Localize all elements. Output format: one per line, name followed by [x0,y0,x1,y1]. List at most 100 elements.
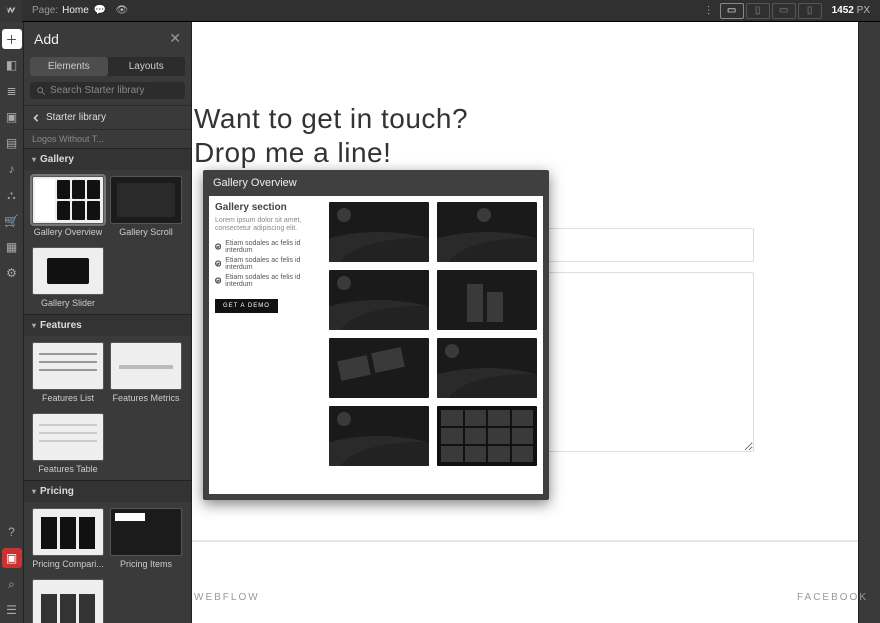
section-tiles-features: Features List Features Metrics Features … [24,336,191,480]
navigator-icon[interactable]: ◧ [2,55,22,75]
search-icon [36,86,46,96]
canvas-width[interactable]: 1452 PX [832,5,870,16]
heading-line-2: Drop me a line! [194,137,391,168]
section-header-features[interactable]: Features [24,314,191,336]
breakpoint-switcher: ▭ ▯ ▭ ▯ [720,3,822,19]
popover-cta-button: GET A DEMO [215,299,278,313]
tile-gallery-scroll[interactable]: Gallery Scroll [110,176,182,241]
section-tiles-gallery: Gallery Overview Gallery Scroll Gallery … [24,170,191,314]
popover-bullet: Etiam sodales ac felis id interdum [215,240,319,254]
breakpoint-mobile-landscape-icon[interactable]: ▭ [772,3,796,19]
pages-icon[interactable]: ≣ [2,81,22,101]
footer-link-webflow[interactable]: WEBFLOW [194,592,260,603]
popover-body: Gallery section Lorem ipsum dolor sit am… [209,196,543,494]
tile-pricing-items[interactable]: Pricing Items [110,508,182,573]
thumb-gallery-scroll [110,176,182,224]
add-panel: Add ✕ Elements Layouts Search Starter li… [24,22,192,623]
add-panel-title: Add [34,31,59,47]
layout-preview-popover: Gallery Overview Gallery section Lorem i… [203,170,549,500]
gallery-thumb-icon [437,202,537,262]
tab-elements[interactable]: Elements [30,57,108,76]
settings-icon[interactable]: ⚙ [2,263,22,283]
thumb-gallery-overview [32,176,104,224]
tile-label: Gallery Scroll [110,224,182,241]
footer-link-facebook[interactable]: FACEBOOK [797,592,868,603]
check-icon [215,243,221,250]
canvas-width-value: 1452 [832,5,854,16]
users-icon[interactable]: ⛬ [2,185,22,205]
section-header-gallery[interactable]: Gallery [24,148,191,170]
recent-layout-row[interactable]: Logos Without T... [24,130,191,148]
breakpoint-mobile-icon[interactable]: ▯ [798,3,822,19]
email-field[interactable]: ail [514,228,754,262]
gallery-thumb-icon [329,270,429,330]
right-style-rail [858,22,880,623]
close-icon[interactable]: ✕ [169,30,181,47]
components-icon[interactable]: ▣ [2,107,22,127]
popover-image-grid [329,202,537,488]
bullet-text: Etiam sodales ac felis id interdum [225,274,319,288]
bullet-text: Etiam sodales ac felis id interdum [225,240,319,254]
section-tiles-pricing: Pricing Compari... Pricing Items Pricing… [24,502,191,623]
menu-icon[interactable]: ☰ [2,600,22,620]
page-label: Page: [22,5,62,16]
check-icon [215,277,221,284]
search-icon[interactable]: ⌕ [2,574,22,594]
tile-label: Features Table [32,461,104,478]
comments-icon[interactable]: 💬 [89,0,111,22]
thumb-features-table [32,413,104,461]
breadcrumb[interactable]: Starter library [24,105,191,130]
tile-features-list[interactable]: Features List [32,342,104,407]
section-header-pricing[interactable]: Pricing [24,480,191,502]
thumb-features-list [32,342,104,390]
popover-bullet: Etiam sodales ac felis id interdum [215,257,319,271]
heading-line-1: Want to get in touch? [194,103,468,134]
tile-gallery-overview[interactable]: Gallery Overview [32,176,104,241]
tile-features-metrics[interactable]: Features Metrics [110,342,182,407]
tile-label: Gallery Overview [32,224,104,241]
tile-label: Features List [32,390,104,407]
tile-features-table[interactable]: Features Table [32,413,104,478]
top-bar: Page: Home 💬 👁 ⋮ ▭ ▯ ▭ ▯ 1452 PX [0,0,880,22]
help-icon[interactable]: ? [2,522,22,542]
add-elements-icon[interactable]: ＋ [2,29,22,49]
page-name[interactable]: Home [62,5,89,16]
thumb-pricing-overview [32,579,104,623]
search-input[interactable]: Search Starter library [30,82,185,99]
chevron-left-icon [32,114,40,122]
breakpoint-desktop-icon[interactable]: ▭ [720,3,744,19]
popover-title: Gallery Overview [203,170,549,196]
popover-text-column: Gallery section Lorem ipsum dolor sit am… [215,202,319,488]
tab-layouts[interactable]: Layouts [108,57,186,76]
gallery-thumb-icon [437,406,537,466]
tile-pricing-compare[interactable]: Pricing Compari... [32,508,104,573]
popover-heading: Gallery section [215,202,319,213]
thumb-pricing-compare [32,508,104,556]
ecommerce-icon[interactable]: 🛒 [2,211,22,231]
add-panel-tabs: Elements Layouts [30,57,185,76]
cms-icon[interactable]: ▤ [2,133,22,153]
popover-lorem: Lorem ipsum dolor sit amet, consectetur … [215,217,319,234]
tile-label: Features Metrics [110,390,182,407]
popover-bullet: Etiam sodales ac felis id interdum [215,274,319,288]
gallery-thumb-icon [329,406,429,466]
tile-gallery-slider[interactable]: Gallery Slider [32,247,104,312]
preview-eye-icon[interactable]: 👁 [111,0,133,22]
tile-label: Pricing Compari... [32,556,104,573]
add-panel-header: Add ✕ [24,22,191,55]
assets-icon[interactable]: ♪ [2,159,22,179]
apps-icon[interactable]: ▦ [2,237,22,257]
thumb-gallery-slider [32,247,104,295]
gallery-thumb-icon [329,202,429,262]
tile-pricing-overview[interactable]: Pricing Overview [32,579,104,623]
breakpoint-tablet-icon[interactable]: ▯ [746,3,770,19]
check-icon [215,260,221,267]
thumb-pricing-items [110,508,182,556]
left-tool-rail: ＋ ◧ ≣ ▣ ▤ ♪ ⛬ 🛒 ▦ ⚙ ? ▣ ⌕ ☰ [0,22,24,623]
tile-label: Pricing Items [110,556,182,573]
contact-heading[interactable]: Want to get in touch? Drop me a line! [194,102,858,169]
message-textarea[interactable] [514,272,754,452]
more-icon[interactable]: ⋮ [698,0,720,22]
audit-icon[interactable]: ▣ [2,548,22,568]
webflow-logo-icon[interactable] [0,0,22,22]
